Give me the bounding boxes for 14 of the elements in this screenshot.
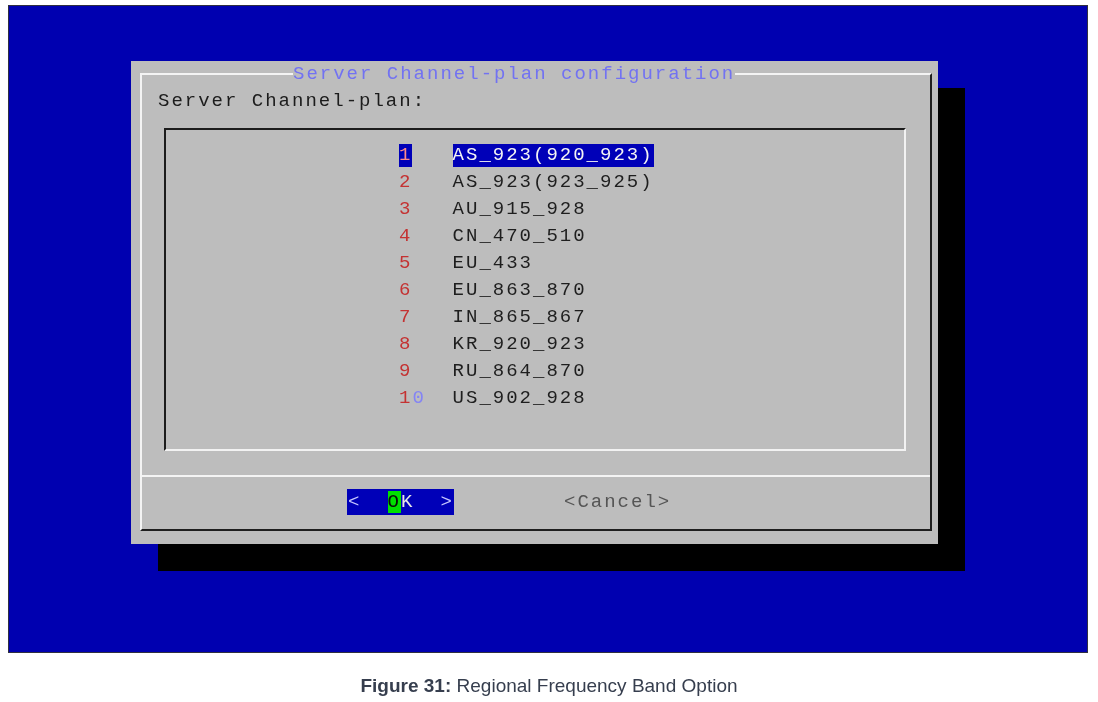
dialog-button[interactable]: <Cancel> [563,489,670,515]
menu-item[interactable]: AU_915_928 [452,198,587,221]
menu-item-tag[interactable]: 1 [399,144,413,167]
figure-caption: Figure 31: Regional Frequency Band Option [359,674,739,698]
menu-item[interactable]: KR_920_923 [452,333,587,356]
dialog-button[interactable]: < OK > [347,489,454,515]
menu-item[interactable]: EU_863_870 [452,279,587,302]
menu-item[interactable]: IN_865_867 [452,306,587,329]
menu-item[interactable]: AS_923(923_925) [452,171,654,194]
prompt-label: Server Channel-plan: [158,89,427,114]
menu-item[interactable]: US_902_928 [452,387,587,410]
menu-item[interactable]: EU_433 [452,252,533,275]
menu-item[interactable]: RU_864_870 [452,360,587,383]
menu-item[interactable]: CN_470_510 [452,225,587,248]
